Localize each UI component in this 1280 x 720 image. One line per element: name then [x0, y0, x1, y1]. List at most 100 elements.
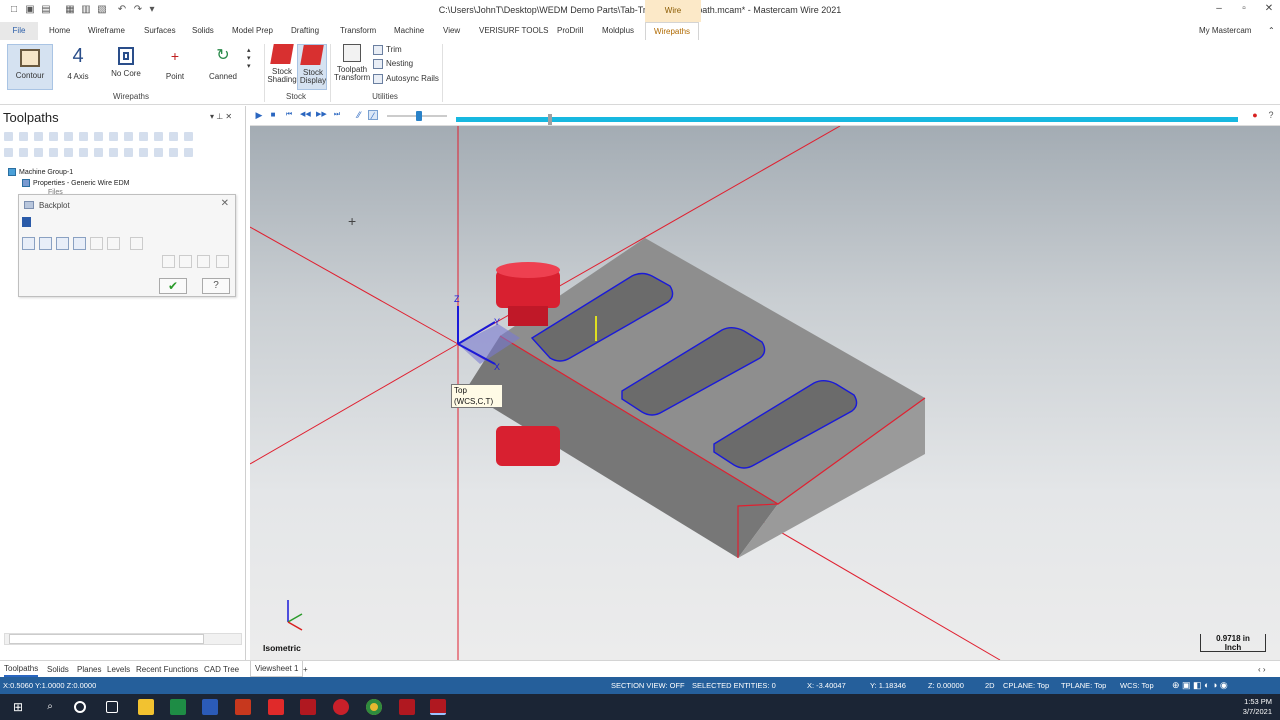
z-coordinate[interactable]: Z: 0.00000: [928, 681, 964, 690]
excel-icon[interactable]: [170, 699, 186, 715]
mastercam-2020-icon[interactable]: [300, 699, 316, 715]
display-toolpath-icon[interactable]: [22, 237, 35, 250]
tab-recent-functions[interactable]: Recent Functions: [136, 665, 198, 674]
tab-file[interactable]: File: [0, 22, 38, 40]
tab-prodrill[interactable]: ProDrill: [557, 26, 583, 35]
add-viewsheet-button[interactable]: +: [303, 665, 308, 674]
tab-verisurf-tools[interactable]: VERISURF TOOLS: [479, 26, 549, 35]
acrobat-icon[interactable]: [235, 699, 251, 715]
tab-solids[interactable]: Solids: [192, 26, 214, 35]
contour-button[interactable]: Contour: [7, 44, 53, 90]
run-options-icon[interactable]: [179, 255, 192, 268]
canned-button[interactable]: ↻ Canned: [204, 44, 242, 90]
toolpath-toolbar-row1[interactable]: [4, 132, 199, 144]
view-controls-icons[interactable]: ⊕ ▣ ◧ ◐ ◑ ◉: [1172, 680, 1228, 691]
four-axis-button[interactable]: 4 4 Axis: [60, 44, 96, 90]
restore-button[interactable]: ▫: [1237, 3, 1251, 14]
cortana-icon[interactable]: [74, 701, 86, 713]
start-icon[interactable]: ⊞: [10, 699, 26, 715]
panel-horizontal-scrollbar[interactable]: [4, 633, 242, 645]
point-button[interactable]: + Point: [158, 44, 192, 90]
tab-cad-tree[interactable]: CAD Tree: [204, 665, 239, 674]
tab-toolpaths-manager[interactable]: Toolpaths: [4, 661, 39, 677]
backplot-close-icon[interactable]: ✕: [221, 198, 229, 209]
tab-wireframe[interactable]: Wireframe: [88, 26, 125, 35]
x-coordinate[interactable]: X: -3.40047: [807, 681, 846, 690]
expand-options-icon[interactable]: [22, 217, 31, 227]
mastercam-2021-icon[interactable]: [430, 699, 446, 715]
tab-drafting[interactable]: Drafting: [291, 26, 319, 35]
play-icon[interactable]: ▶: [254, 110, 264, 120]
tab-solids-manager[interactable]: Solids: [47, 665, 69, 674]
close-button[interactable]: ✕: [1262, 3, 1276, 14]
ok-button[interactable]: ✔: [159, 278, 187, 294]
step-back-to-start-icon[interactable]: ⏮: [284, 110, 294, 120]
backplot-progress-bar[interactable]: [456, 117, 1238, 122]
nesting-button[interactable]: Nesting: [373, 59, 413, 69]
no-core-button[interactable]: No Core: [106, 44, 146, 90]
y-coordinate[interactable]: Y: 1.18346: [870, 681, 906, 690]
help-icon[interactable]: ?: [1266, 110, 1276, 120]
tree-machine-group[interactable]: Machine Group-1: [8, 168, 73, 176]
cplane-status[interactable]: CPLANE: Top: [1003, 681, 1049, 690]
step-options-icon[interactable]: [162, 255, 175, 268]
display-entity-icon[interactable]: [107, 237, 120, 250]
display-rapid-icon[interactable]: [90, 237, 103, 250]
graphics-viewport[interactable]: Z Y X + Isometric: [250, 106, 1280, 660]
selected-entities-status[interactable]: SELECTED ENTITIES: 0: [692, 681, 776, 690]
step-to-end-icon[interactable]: ⏭: [332, 110, 342, 120]
quick-verify-icon[interactable]: [130, 237, 143, 250]
stock-shading-button[interactable]: Stock Shading: [267, 44, 297, 90]
trim-button[interactable]: Trim: [373, 45, 402, 55]
2d-3d-toggle[interactable]: 2D: [985, 681, 995, 690]
display-holder-icon[interactable]: [73, 237, 86, 250]
camera-icon[interactable]: [197, 255, 210, 268]
section-view-status[interactable]: SECTION VIEW: OFF: [611, 681, 685, 690]
tab-transform[interactable]: Transform: [340, 26, 376, 35]
progress-thumb[interactable]: [548, 114, 552, 125]
wcs-status[interactable]: WCS: Top: [1120, 681, 1154, 690]
save-geometry-icon[interactable]: [216, 255, 229, 268]
autosync-rails-button[interactable]: Autosync Rails: [373, 74, 439, 84]
tab-levels-manager[interactable]: Levels: [107, 665, 130, 674]
panel-pin-icon[interactable]: ▾ ⊥ ✕: [210, 112, 232, 121]
step-forward-icon[interactable]: ▶▶: [316, 110, 327, 120]
solidworks-icon[interactable]: [268, 699, 284, 715]
word-icon[interactable]: [202, 699, 218, 715]
tab-machine[interactable]: Machine: [394, 26, 424, 35]
help-button[interactable]: ?: [202, 278, 230, 294]
task-view-icon[interactable]: [106, 701, 118, 713]
tree-properties[interactable]: Properties - Generic Wire EDM: [22, 179, 129, 187]
display-wire-icon[interactable]: [39, 237, 52, 250]
run-mode-icon[interactable]: ⁄: [368, 110, 378, 121]
alert-icon[interactable]: ●: [1250, 110, 1260, 120]
stock-display-button[interactable]: Stock Display: [297, 44, 327, 90]
toolpath-transform-button[interactable]: Toolpath Transform: [334, 44, 370, 90]
tab-planes-manager[interactable]: Planes: [77, 665, 101, 674]
tab-surfaces[interactable]: Surfaces: [144, 26, 176, 35]
tab-home[interactable]: Home: [49, 26, 70, 35]
file-explorer-icon[interactable]: [138, 699, 154, 715]
tab-model-prep[interactable]: Model Prep: [232, 26, 273, 35]
display-wire-guides-icon[interactable]: [56, 237, 69, 250]
tplane-status[interactable]: TPLANE: Top: [1061, 681, 1106, 690]
toolpath-toolbar-row2[interactable]: [4, 148, 199, 160]
chrome-icon[interactable]: [366, 699, 382, 715]
tab-moldplus[interactable]: Moldplus: [602, 26, 634, 35]
speed-slider-thumb[interactable]: [416, 111, 422, 121]
trace-mode-icon[interactable]: ⁄⁄: [354, 110, 364, 120]
scroll-thumb[interactable]: [9, 634, 204, 644]
ribbon-collapse-icon[interactable]: ⌃: [1268, 26, 1275, 35]
tab-view[interactable]: View: [443, 26, 460, 35]
gallery-scroll-icon[interactable]: ▴ ▾ ▾: [247, 46, 251, 70]
tab-wirepaths[interactable]: Wirepaths: [645, 22, 700, 40]
search-icon[interactable]: ⌕: [42, 699, 58, 715]
stop-icon[interactable]: ■: [268, 110, 278, 120]
app-icon[interactable]: [333, 699, 349, 715]
viewsheet-scroll-icon[interactable]: ‹ ›: [1258, 665, 1266, 674]
mastercam-icon[interactable]: [399, 699, 415, 715]
tab-viewsheet-1[interactable]: Viewsheet 1: [250, 661, 304, 677]
my-mastercam-link[interactable]: My Mastercam: [1199, 26, 1251, 35]
step-back-icon[interactable]: ◀◀: [300, 110, 311, 120]
system-clock[interactable]: 1:53 PM 3/7/2021: [1243, 697, 1272, 717]
